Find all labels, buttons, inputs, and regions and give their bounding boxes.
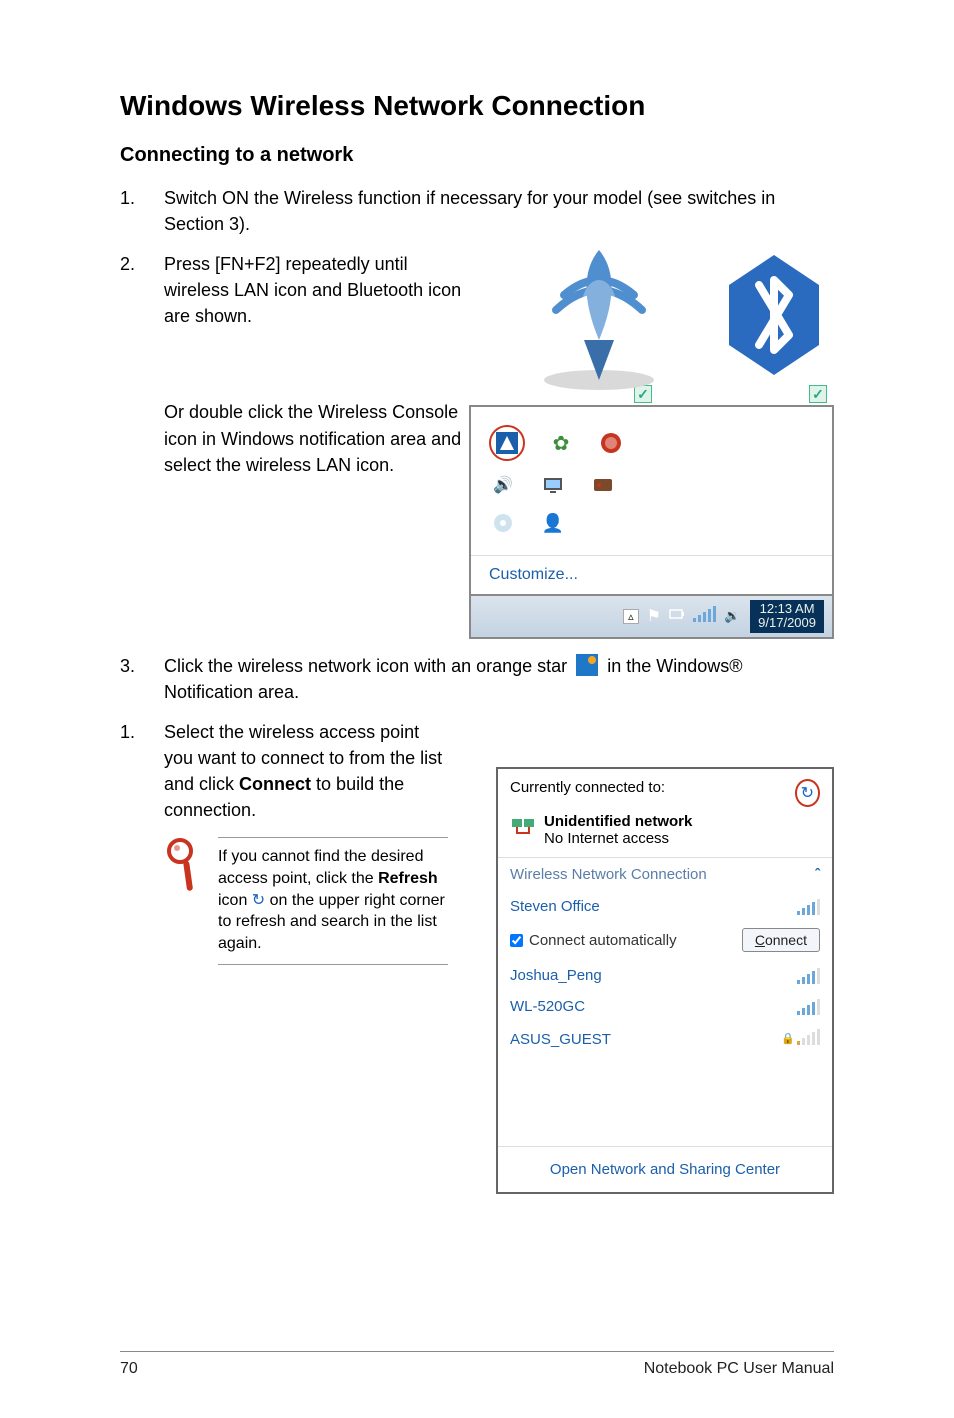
wifi-item-0-name: Steven Office — [510, 898, 600, 915]
signal-icon — [797, 968, 820, 984]
tray-card-icon[interactable] — [589, 471, 617, 499]
wifi-item-3-name: ASUS_GUEST — [510, 1031, 611, 1048]
show-hidden-icons-icon[interactable]: ▵ — [623, 609, 639, 624]
volume-icon[interactable]: 🔊 — [489, 471, 517, 499]
bluetooth-icon: ✓ — [714, 240, 834, 403]
network-tray-icon[interactable] — [693, 606, 716, 627]
connect-button[interactable]: Connect — [742, 928, 820, 952]
tray-figure: ✿ 🔊 👤 Customize... — [469, 405, 834, 639]
step-3-text-a: Click the wireless network icon with an … — [164, 656, 572, 676]
tray-hand-icon[interactable]: ✿ — [547, 429, 575, 457]
currently-connected-label: Currently connected to: — [510, 779, 665, 796]
lock-icon: 🔒 — [781, 1033, 795, 1045]
connect-auto-input[interactable] — [510, 934, 523, 947]
wifi-item-2-name: WL-520GC — [510, 998, 585, 1015]
connect-auto-checkbox[interactable]: Connect automatically — [510, 932, 677, 949]
battery-icon[interactable] — [669, 607, 685, 626]
wifi-item-2[interactable]: WL-520GC — [498, 991, 832, 1022]
signal-icon — [797, 999, 820, 1015]
network-name: Unidentified network — [544, 813, 692, 830]
signal-icon — [797, 1029, 820, 1045]
tray-person-icon[interactable]: 👤 — [539, 509, 567, 537]
open-network-center-link[interactable]: Open Network and Sharing Center — [498, 1146, 832, 1192]
tip-bold: Refresh — [378, 870, 438, 887]
tray-disc-icon[interactable] — [489, 509, 517, 537]
step-4-bold: Connect — [239, 774, 311, 794]
clock-time: 12:13 AM — [758, 602, 816, 616]
network-status-text: No Internet access — [544, 830, 669, 847]
tray-globe-icon[interactable] — [597, 429, 625, 457]
step-3: Click the wireless network icon with an … — [120, 653, 834, 705]
connect-button-u: C — [755, 932, 765, 948]
wifi-item-0[interactable]: Steven Office — [498, 891, 832, 922]
wireless-console-icon[interactable] — [493, 429, 521, 457]
wireless-console-highlight — [489, 425, 525, 461]
wifi-item-1[interactable]: Joshua_Peng — [498, 960, 832, 991]
taskbar: ▵ ⚑ 🔉 12:13 AM 9/17/2009 — [471, 594, 832, 637]
taskbar-clock[interactable]: 12:13 AM 9/17/2009 — [750, 600, 824, 633]
connect-button-rest: onnect — [765, 932, 807, 948]
wifi-icon: ✓ — [534, 240, 664, 403]
collapse-icon[interactable]: ˆ — [815, 866, 820, 883]
speaker-tray-icon[interactable]: 🔉 — [724, 608, 740, 624]
page-title: Windows Wireless Network Connection — [120, 90, 834, 122]
network-popup: Currently connected to: ↻ Unidentified n… — [496, 767, 834, 1194]
wifi-bt-figure: ✓ ✓ — [534, 240, 834, 403]
network-star-icon — [576, 654, 598, 676]
tip-magnifier-icon — [164, 837, 200, 965]
refresh-icon: ↻ — [252, 892, 265, 909]
wifi-item-3[interactable]: ASUS_GUEST 🔒 — [498, 1022, 832, 1056]
section-subtitle: Connecting to a network — [120, 144, 834, 167]
wifi-item-1-name: Joshua_Peng — [510, 967, 602, 984]
page-number: 70 — [120, 1360, 138, 1378]
clock-date: 9/17/2009 — [758, 616, 816, 630]
tip-text-b: icon — [218, 892, 252, 909]
popup-refresh-icon[interactable]: ↻ — [799, 783, 816, 803]
customize-link[interactable]: Customize... — [471, 555, 832, 594]
refresh-highlight: ↻ — [795, 779, 820, 807]
page-footer: 70 Notebook PC User Manual — [120, 1351, 834, 1378]
monitor-icon[interactable] — [539, 471, 567, 499]
step-2-text: Press [FN+F2] repeatedly until wireless … — [164, 251, 464, 329]
connect-auto-label: Connect automatically — [529, 932, 677, 949]
doc-title: Notebook PC User Manual — [644, 1360, 834, 1378]
signal-icon — [797, 899, 820, 915]
network-status-icon — [510, 813, 536, 841]
flag-icon[interactable]: ⚑ — [647, 606, 661, 626]
step-1: Switch ON the Wireless function if neces… — [120, 185, 834, 237]
step-2b: Or double click the Wireless Console ico… — [120, 399, 490, 477]
wireless-section-label: Wireless Network Connection — [510, 866, 707, 883]
